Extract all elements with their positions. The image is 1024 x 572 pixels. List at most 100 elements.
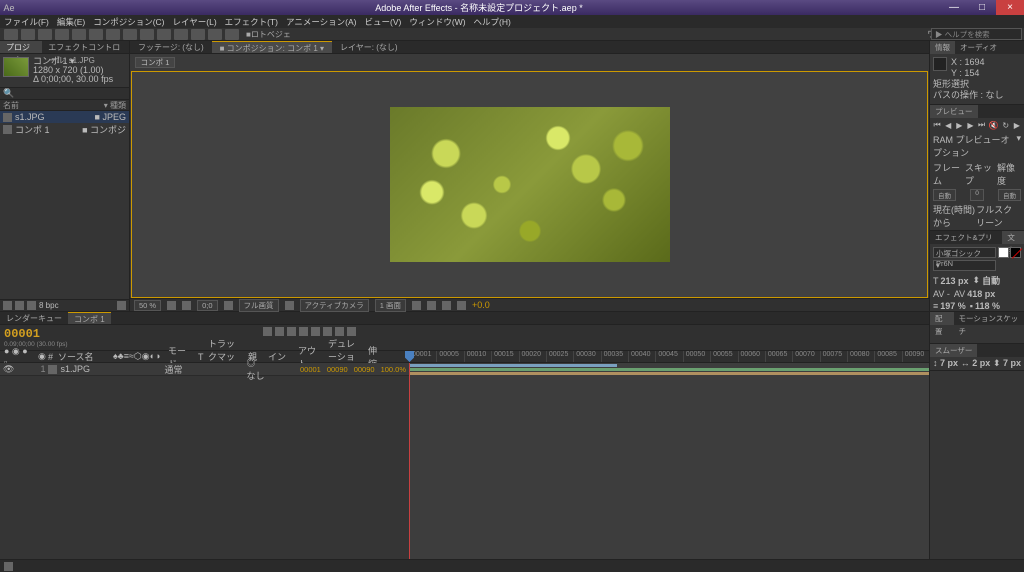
vscale[interactable]: ≡ 197 % xyxy=(933,301,966,311)
hand-tool-icon[interactable] xyxy=(21,29,35,40)
timeline-icon[interactable] xyxy=(442,301,451,310)
menu-file[interactable]: ファイル(F) xyxy=(4,16,49,28)
layer-bar[interactable] xyxy=(409,363,929,376)
tab-info[interactable]: 情報 xyxy=(930,41,955,54)
brainstorm-icon[interactable] xyxy=(335,327,344,336)
comp-mini-icon[interactable] xyxy=(275,327,284,336)
tab-motion-sketch[interactable]: モーションスケッチ xyxy=(954,312,1024,325)
puppet-tool-icon[interactable] xyxy=(225,29,239,40)
col-name[interactable]: 名前 xyxy=(3,100,104,110)
tab-smoother[interactable]: スムーザー xyxy=(930,344,977,357)
snapshot-icon[interactable] xyxy=(224,301,233,310)
resolution-selector[interactable]: フル画質 xyxy=(239,299,279,312)
tab-preview[interactable]: プレビュー xyxy=(930,105,978,118)
hscale[interactable]: ▪ 118 % xyxy=(970,301,1000,311)
interpret-icon[interactable] xyxy=(3,301,12,310)
mask-icon[interactable] xyxy=(182,301,191,310)
menu-edit[interactable]: 編集(E) xyxy=(57,16,85,28)
blend-mode[interactable]: 通常 xyxy=(164,363,192,376)
new-comp-icon[interactable] xyxy=(27,301,36,310)
prev-frame-icon[interactable]: ◀ xyxy=(944,120,952,130)
menu-layer[interactable]: レイヤー(L) xyxy=(173,16,217,28)
selection-tool-icon[interactable] xyxy=(4,29,18,40)
last-frame-icon[interactable]: ⏭ xyxy=(978,120,986,130)
menu-composition[interactable]: コンポジション(C) xyxy=(93,16,164,28)
comp-name-badge[interactable]: コンポ 1 xyxy=(135,57,175,68)
tab-footage[interactable]: フッテージ: (なし) xyxy=(130,41,212,53)
close-button[interactable]: × xyxy=(996,0,1024,15)
tab-character[interactable]: 文字 xyxy=(1002,231,1024,244)
ram-preview-icon[interactable]: ▶ xyxy=(1013,120,1021,130)
loop-icon[interactable]: ↻ xyxy=(1002,120,1010,130)
auto-keyframe-icon[interactable] xyxy=(347,327,356,336)
project-item[interactable]: コンポ 1 ■ コンポジ xyxy=(0,123,129,135)
comp-thumbnail[interactable] xyxy=(3,57,29,77)
zoom-tool-icon[interactable] xyxy=(38,29,52,40)
menu-view[interactable]: ビュー(V) xyxy=(365,16,402,28)
rotate-tool-icon[interactable] xyxy=(55,29,69,40)
tracking[interactable]: AV 418 px xyxy=(954,289,995,299)
search-icon[interactable] xyxy=(263,327,272,336)
leading[interactable]: ⬍ 自動 xyxy=(973,274,1001,287)
time-ruler[interactable]: 0000100005000100001500020000250003000035… xyxy=(409,351,929,362)
camera-selector[interactable]: アクティブカメラ xyxy=(300,299,369,312)
tab-effects-presets[interactable]: エフェクト&プリセット xyxy=(930,231,1002,244)
bit-depth[interactable]: 8 bpc xyxy=(39,301,59,310)
pen-tool-icon[interactable] xyxy=(123,29,137,40)
minimize-button[interactable]: — xyxy=(940,0,968,15)
menu-help[interactable]: ヘルプ(H) xyxy=(474,16,511,28)
font-family-select[interactable]: 小塚ゴシック Pr6N xyxy=(933,247,996,258)
time-display[interactable]: 0;0 xyxy=(197,300,217,311)
shape-tool-icon[interactable] xyxy=(106,29,120,40)
exposure-value[interactable]: +0.0 xyxy=(472,300,490,310)
tab-project[interactable]: プロジェクト xyxy=(0,41,42,53)
first-frame-icon[interactable]: ⏮ xyxy=(933,120,941,130)
shy-icon[interactable] xyxy=(287,327,296,336)
viewer-canvas[interactable] xyxy=(131,71,928,298)
folder-icon[interactable] xyxy=(15,301,24,310)
tab-composition[interactable]: ■ コンポジション: コンポ 1 ▾ xyxy=(212,41,332,53)
timeline-track-area[interactable] xyxy=(409,363,929,559)
timeline-layer-row[interactable]: 👁 1 s1.JPG 通常 ◎ なし 00001 00090 00090 100… xyxy=(0,363,409,376)
text-tool-icon[interactable] xyxy=(140,29,154,40)
menu-effect[interactable]: エフェクト(T) xyxy=(225,16,278,28)
tab-render-queue[interactable]: レンダーキュー xyxy=(0,312,68,324)
col-type[interactable]: ▾ 種類 xyxy=(104,100,126,110)
region-icon[interactable] xyxy=(285,301,294,310)
roto-tool-icon[interactable] xyxy=(208,29,222,40)
tab-timeline-comp[interactable]: コンポ 1 xyxy=(68,312,111,324)
eraser-tool-icon[interactable] xyxy=(191,29,205,40)
clone-tool-icon[interactable] xyxy=(174,29,188,40)
tab-effect-controls[interactable]: エフェクトコントロール: s1.JPG xyxy=(42,41,129,53)
project-search-input[interactable] xyxy=(14,89,126,98)
mute-icon[interactable]: 🔇 xyxy=(989,120,999,130)
tab-align[interactable]: 配置 xyxy=(930,312,954,325)
fast-preview-icon[interactable] xyxy=(427,301,436,310)
frame-blend-icon[interactable] xyxy=(299,327,308,336)
playhead[interactable] xyxy=(409,363,410,559)
status-icon[interactable] xyxy=(4,562,13,571)
tab-layer[interactable]: レイヤー: (なし) xyxy=(332,41,406,53)
help-search[interactable]: ▶ ヘルプを検索 xyxy=(931,28,1022,40)
pixel-aspect-icon[interactable] xyxy=(412,301,421,310)
fill-color[interactable] xyxy=(998,247,1009,258)
layer-name[interactable]: s1.JPG xyxy=(60,364,108,374)
grid-icon[interactable] xyxy=(167,301,176,310)
graph-editor-icon[interactable] xyxy=(323,327,332,336)
menu-animation[interactable]: アニメーション(A) xyxy=(286,16,357,28)
maximize-button[interactable]: □ xyxy=(968,0,996,15)
font-size[interactable]: T 213 px xyxy=(933,274,969,287)
motion-blur-icon[interactable] xyxy=(311,327,320,336)
brush-tool-icon[interactable] xyxy=(157,29,171,40)
play-icon[interactable]: ▶ xyxy=(955,120,963,130)
pan-behind-tool-icon[interactable] xyxy=(89,29,103,40)
current-timecode[interactable]: 00001 xyxy=(4,327,68,341)
tab-audio[interactable]: オーディオ xyxy=(955,41,1002,54)
camera-tool-icon[interactable] xyxy=(72,29,86,40)
flowchart-icon[interactable] xyxy=(457,301,466,310)
kerning[interactable]: AV - xyxy=(933,289,950,299)
visibility-icon[interactable]: 👁 xyxy=(3,364,14,375)
trash-icon[interactable] xyxy=(117,301,126,310)
menu-window[interactable]: ウィンドウ(W) xyxy=(409,16,465,28)
view-layout-selector[interactable]: 1 画面 xyxy=(375,299,406,312)
